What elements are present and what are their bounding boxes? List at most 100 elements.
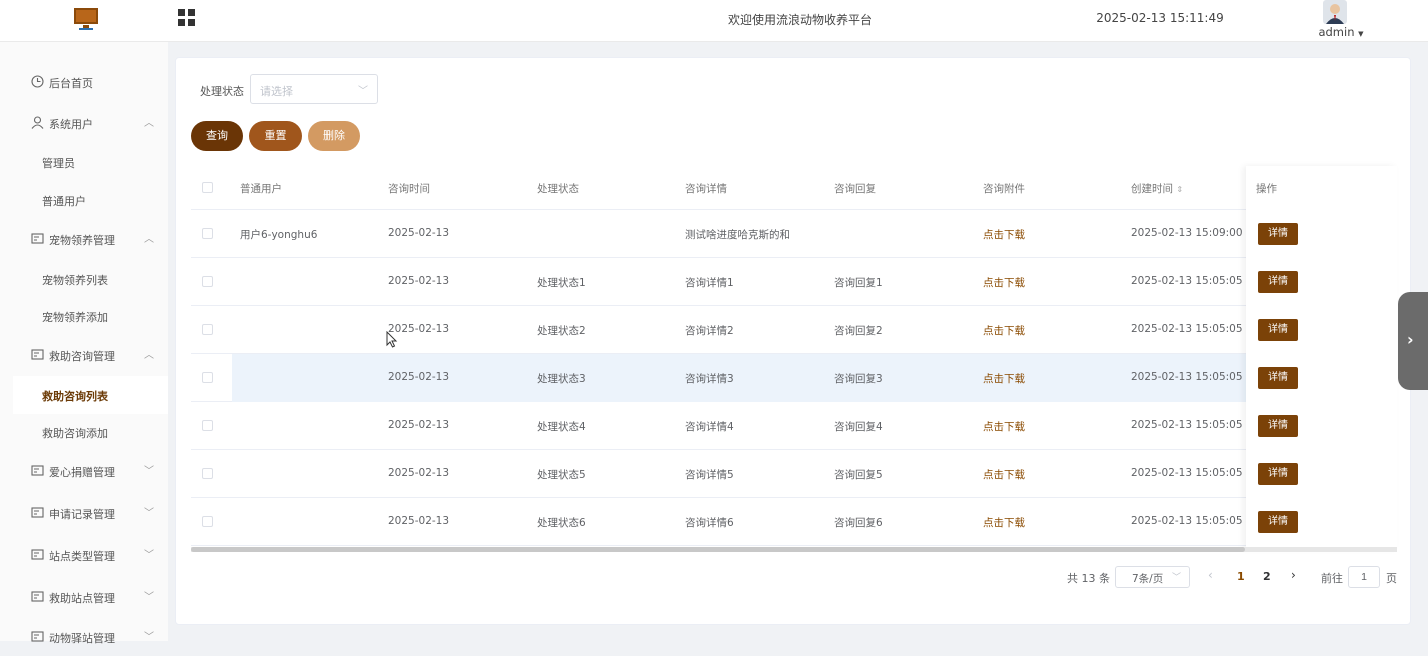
column-header-detail: 咨询详情 — [685, 183, 727, 195]
detail-button[interactable]: 详情 — [1258, 367, 1298, 389]
pagination-total: 共 13 条 — [1067, 572, 1110, 585]
row-hover-highlight — [232, 354, 1246, 402]
page-size-select[interactable]: 7条/页 ﹀ — [1115, 566, 1190, 588]
cell-status: 处理状态4 — [537, 421, 586, 433]
select-all-checkbox[interactable] — [202, 182, 213, 193]
list-icon — [31, 507, 44, 518]
grid-menu-icon[interactable] — [178, 9, 195, 26]
query-button[interactable]: 查询 — [191, 121, 243, 151]
detail-button[interactable]: 详情 — [1258, 463, 1298, 485]
table-row: 用户6-yonghu6 2025-02-13 测试啥进度哈克斯的和 点击下载 2… — [191, 210, 1397, 258]
page-number-1[interactable]: 1 — [1237, 570, 1245, 583]
caret-down-icon: ▼ — [1358, 30, 1364, 38]
sidebar-item-animal-station[interactable]: 动物驿站管理 ﹀ — [0, 618, 168, 656]
cell-created-time: 2025-02-13 15:05:05 — [1131, 419, 1243, 431]
prev-page-button[interactable]: ‹ — [1208, 568, 1213, 582]
detail-button[interactable]: 详情 — [1258, 223, 1298, 245]
site-title: 欢迎使用流浪动物收养平台 — [727, 13, 872, 27]
cell-detail: 咨询详情3 — [685, 373, 734, 385]
sidebar-item-label: 救助站点管理 — [49, 592, 115, 605]
list-icon — [31, 349, 44, 360]
cell-created-time: 2025-02-13 15:05:05 — [1131, 275, 1243, 287]
status-filter-select[interactable]: 请选择 ﹀ — [250, 74, 378, 104]
sidebar-item-donation[interactable]: 爱心捐赠管理 ﹀ — [0, 452, 168, 490]
sidebar-item-application-records[interactable]: 申请记录管理 ﹀ — [0, 494, 168, 532]
sidebar-item-site-types[interactable]: 站点类型管理 ﹀ — [0, 536, 168, 574]
sidebar-item-label: 系统用户 — [49, 118, 93, 131]
detail-button[interactable]: 详情 — [1258, 511, 1298, 533]
cell-status: 处理状态3 — [537, 373, 586, 385]
detail-button[interactable]: 详情 — [1258, 319, 1298, 341]
cell-reply: 咨询回复4 — [834, 421, 883, 433]
cell-detail: 咨询详情2 — [685, 325, 734, 337]
drawer-toggle[interactable]: › — [1398, 292, 1428, 390]
status-filter-label: 处理状态 — [200, 85, 244, 98]
sidebar-item-label: 申请记录管理 — [49, 508, 115, 521]
chevron-down-icon: ﹀ — [1171, 573, 1181, 583]
column-header-attachment: 咨询附件 — [983, 183, 1025, 195]
delete-button[interactable]: 删除 — [308, 121, 360, 151]
row-checkbox[interactable] — [202, 276, 213, 287]
mouse-cursor-icon — [386, 331, 398, 348]
cell-detail: 咨询详情6 — [685, 517, 734, 529]
download-link[interactable]: 点击下载 — [983, 227, 1025, 242]
sidebar-item-label: 救助咨询列表 — [42, 390, 108, 403]
goto-label: 前往 — [1321, 572, 1343, 585]
reset-button[interactable]: 重置 — [249, 121, 302, 151]
sidebar-item-pet-adoption[interactable]: 宠物领养管理 ︿ — [0, 220, 168, 258]
cell-detail: 咨询详情1 — [685, 277, 734, 289]
sidebar-item-admin[interactable]: 管理员 — [0, 143, 168, 181]
table-row: 2025-02-13 处理状态4 咨询详情4 咨询回复4 点击下载 2025-0… — [191, 402, 1397, 450]
row-checkbox[interactable] — [202, 516, 213, 527]
cell-consult-time: 2025-02-13 — [388, 275, 450, 287]
sidebar-item-label: 爱心捐赠管理 — [49, 466, 115, 479]
chevron-down-icon: ﹀ — [144, 466, 154, 477]
chevron-right-icon: › — [1407, 330, 1414, 349]
detail-button[interactable]: 详情 — [1258, 271, 1298, 293]
cell-user: 用户6-yonghu6 — [240, 229, 318, 241]
column-header-status: 处理状态 — [537, 183, 579, 195]
detail-button[interactable]: 详情 — [1258, 415, 1298, 437]
sidebar-item-dashboard[interactable]: 后台首页 — [0, 63, 168, 101]
cell-consult-time: 2025-02-13 — [388, 467, 450, 479]
download-link[interactable]: 点击下载 — [983, 323, 1025, 338]
table-row: 2025-02-13 处理状态6 咨询详情6 咨询回复6 点击下载 2025-0… — [191, 498, 1397, 546]
sidebar-item-pet-adoption-add[interactable]: 宠物领养添加 — [0, 297, 168, 335]
download-link[interactable]: 点击下载 — [983, 275, 1025, 290]
cell-created-time: 2025-02-13 15:05:05 — [1131, 371, 1243, 383]
user-menu[interactable]: admin ▼ — [1313, 25, 1369, 39]
sidebar-item-label: 救助咨询管理 — [49, 350, 115, 363]
page-number-2[interactable]: 2 — [1263, 570, 1271, 583]
sidebar-item-rescue-consult-add[interactable]: 救助咨询添加 — [0, 413, 168, 451]
cell-reply: 咨询回复1 — [834, 277, 883, 289]
goto-page-input[interactable] — [1348, 566, 1380, 588]
row-checkbox[interactable] — [202, 420, 213, 431]
sidebar-item-rescue-consult-list[interactable]: 救助咨询列表 — [13, 376, 168, 414]
download-link[interactable]: 点击下载 — [983, 515, 1025, 530]
row-checkbox[interactable] — [202, 324, 213, 335]
cell-created-time: 2025-02-13 15:05:05 — [1131, 515, 1243, 527]
download-link[interactable]: 点击下载 — [983, 467, 1025, 482]
download-link[interactable]: 点击下载 — [983, 419, 1025, 434]
chevron-down-icon: ﹀ — [144, 550, 154, 561]
next-page-button[interactable]: › — [1291, 568, 1296, 582]
sidebar: 后台首页 系统用户 ︿ 管理员 普通用户 宠物领养管理 ︿ 宠物领养列表 宠物领… — [0, 42, 168, 645]
table-row: 2025-02-13 处理状态3 咨询详情3 咨询回复3 点击下载 2025-0… — [191, 354, 1397, 402]
sidebar-item-rescue-sites[interactable]: 救助站点管理 ﹀ — [0, 578, 168, 616]
row-checkbox[interactable] — [202, 468, 213, 479]
row-checkbox[interactable] — [202, 228, 213, 239]
sidebar-item-regular-users[interactable]: 普通用户 — [0, 181, 168, 219]
row-checkbox[interactable] — [202, 372, 213, 383]
avatar[interactable] — [1323, 0, 1347, 24]
download-link[interactable]: 点击下载 — [983, 371, 1025, 386]
sidebar-item-pet-adoption-list[interactable]: 宠物领养列表 — [0, 260, 168, 298]
chevron-down-icon: ﹀ — [144, 508, 154, 519]
column-header-created-time[interactable]: 创建时间 ⇕ — [1131, 181, 1183, 196]
sidebar-item-rescue-consult[interactable]: 救助咨询管理 ︿ — [0, 336, 168, 374]
sidebar-item-system-users[interactable]: 系统用户 ︿ — [0, 104, 168, 142]
sidebar-item-label: 救助咨询添加 — [42, 427, 108, 440]
scrollbar-thumb[interactable] — [191, 547, 1245, 552]
horizontal-scrollbar[interactable] — [191, 547, 1397, 552]
cell-created-time: 2025-02-13 15:05:05 — [1131, 467, 1243, 479]
sidebar-item-label: 宠物领养列表 — [42, 274, 108, 287]
